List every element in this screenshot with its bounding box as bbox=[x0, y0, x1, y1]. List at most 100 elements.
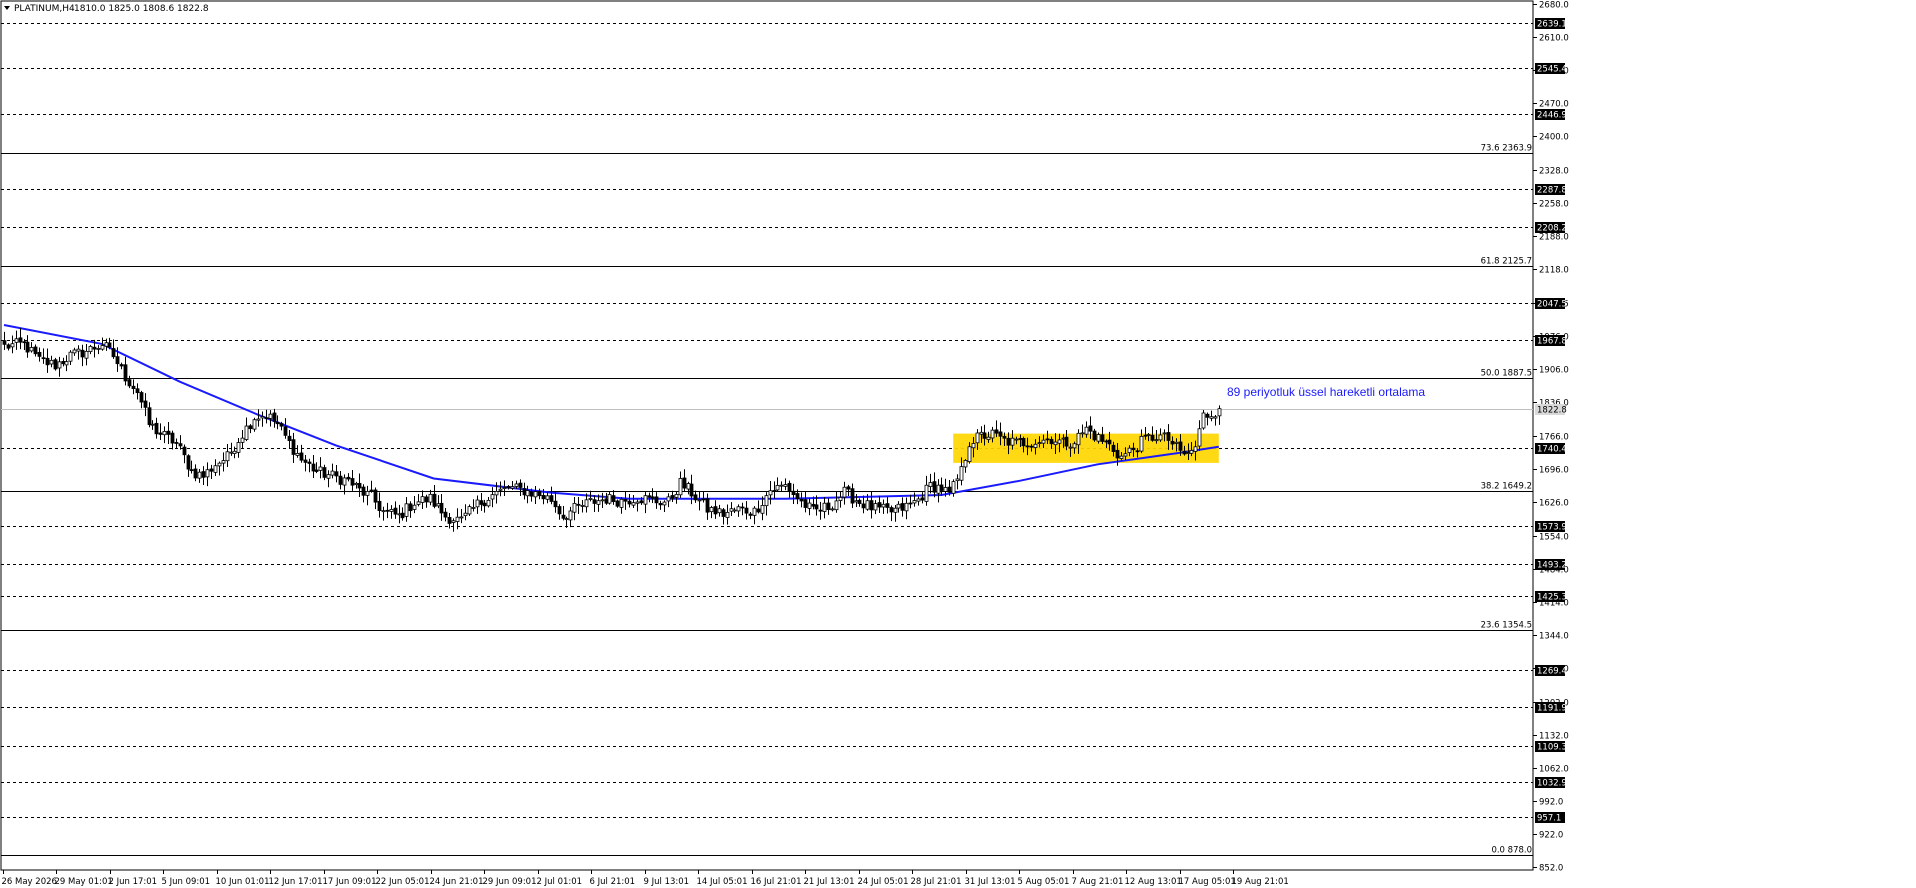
candle-body bbox=[654, 496, 659, 504]
candle-body bbox=[729, 508, 734, 512]
candle-body bbox=[432, 493, 437, 507]
level-price-label-text: 1269.4 bbox=[1537, 667, 1567, 677]
y-tick-label: 1344.0 bbox=[1539, 632, 1569, 642]
candle-body bbox=[244, 425, 249, 440]
candle-body bbox=[471, 507, 476, 509]
candle-body bbox=[775, 485, 780, 491]
candle-body bbox=[818, 509, 823, 512]
level-price-label-text: 1425.3 bbox=[1537, 593, 1567, 603]
candle-body bbox=[1158, 434, 1163, 441]
candle-body bbox=[229, 451, 234, 454]
y-tick-label: 2400.0 bbox=[1539, 133, 1569, 143]
candle-body bbox=[350, 478, 355, 486]
candle-body bbox=[623, 499, 628, 502]
candle-body bbox=[139, 392, 144, 403]
x-tick-label: 24 Jul 05:01 bbox=[858, 877, 909, 887]
candle-body bbox=[885, 503, 890, 508]
candle-body bbox=[506, 486, 511, 489]
candle-body bbox=[205, 469, 210, 478]
chart-header: PLATINUM,H4 1810.0 1825.0 1808.6 1822.8 bbox=[4, 4, 209, 14]
candle-body bbox=[64, 361, 69, 366]
x-tick-label: 21 Jul 13:01 bbox=[804, 877, 855, 887]
candle-body bbox=[6, 344, 11, 349]
y-tick-label: 922.0 bbox=[1539, 831, 1563, 841]
x-tick-label: 16 Jul 21:01 bbox=[751, 877, 802, 887]
candle-body bbox=[619, 498, 624, 508]
candle-body bbox=[803, 499, 808, 508]
candle-body bbox=[217, 462, 222, 467]
candle-body bbox=[564, 518, 569, 520]
level-price-label-text: 2639.1 bbox=[1537, 20, 1567, 30]
candle-body bbox=[346, 476, 351, 480]
x-tick-label: 24 Jun 21:01 bbox=[430, 877, 484, 887]
candle-body bbox=[518, 482, 523, 488]
fib-label: 0.0 878.0 bbox=[1491, 846, 1532, 856]
candle-body bbox=[334, 471, 339, 477]
candle-body bbox=[189, 469, 194, 472]
candle-body bbox=[186, 455, 191, 470]
candle-body bbox=[451, 520, 456, 523]
candle-body bbox=[553, 500, 558, 508]
candle-body bbox=[25, 341, 30, 353]
x-tick-label: 7 Aug 21:01 bbox=[1072, 877, 1124, 887]
candle-body bbox=[514, 483, 519, 487]
candle-body bbox=[1174, 441, 1179, 444]
candle-body bbox=[22, 341, 27, 344]
candle-body bbox=[830, 508, 835, 511]
candle-body bbox=[846, 486, 851, 490]
y-tick-label: 1906.0 bbox=[1539, 366, 1569, 376]
candle-body bbox=[627, 500, 632, 505]
candle-body bbox=[838, 497, 843, 501]
y-tick-label: 1626.0 bbox=[1539, 499, 1569, 509]
candle-body bbox=[283, 426, 288, 436]
candle-body bbox=[338, 475, 343, 485]
candle-body bbox=[287, 435, 292, 442]
candle-body bbox=[166, 430, 171, 435]
candle-body bbox=[799, 498, 804, 502]
candle-body bbox=[1080, 432, 1085, 435]
ohlc-values: 1810.0 1825.0 1808.6 1822.8 bbox=[74, 4, 209, 14]
candle bbox=[467, 504, 472, 517]
level-price-label-text: 1740.4 bbox=[1537, 445, 1567, 455]
candle-body bbox=[1111, 444, 1116, 452]
candle-body bbox=[377, 500, 382, 511]
y-tick-label: 1132.0 bbox=[1539, 732, 1569, 742]
candle-body bbox=[1064, 436, 1069, 447]
level-price-label-text: 957.1 bbox=[1537, 814, 1561, 824]
candle-body bbox=[857, 499, 862, 504]
y-tick-label: 2470.0 bbox=[1539, 100, 1569, 110]
candle-body bbox=[615, 500, 620, 507]
candle-body bbox=[725, 511, 730, 518]
candle-body bbox=[1037, 442, 1042, 444]
candle-body bbox=[674, 494, 679, 498]
candle-body bbox=[635, 501, 640, 504]
candle-body bbox=[533, 491, 538, 498]
price-chart[interactable]: 73.6 2363.9 61.8 2125.7 50.0 1887.5 38.2 16… bbox=[0, 0, 1916, 888]
candle-body bbox=[326, 474, 331, 479]
candle-body bbox=[682, 477, 687, 489]
candle-body bbox=[834, 500, 839, 511]
x-tick-label: 22 Jun 05:01 bbox=[376, 877, 430, 887]
candle-body bbox=[1096, 434, 1101, 442]
candle-body bbox=[1010, 437, 1015, 446]
candle-body bbox=[1100, 434, 1105, 442]
candle-body bbox=[955, 478, 960, 482]
candle-body bbox=[1061, 437, 1066, 440]
candle-body bbox=[225, 451, 230, 462]
candle-body bbox=[170, 432, 175, 444]
candle-body bbox=[479, 500, 484, 505]
candle-body bbox=[1186, 452, 1191, 454]
candle-body bbox=[588, 497, 593, 500]
current-price-label-text: 1822.8 bbox=[1537, 406, 1567, 416]
candle-body bbox=[982, 432, 987, 439]
candle-body bbox=[650, 496, 655, 499]
candle-body bbox=[971, 443, 976, 449]
candle-body bbox=[545, 495, 550, 500]
candle-body bbox=[900, 503, 905, 511]
x-tick-label: 17 Jun 09:01 bbox=[323, 877, 377, 887]
candle-body bbox=[537, 491, 542, 497]
candle-body bbox=[92, 346, 97, 350]
candle-body bbox=[1025, 445, 1030, 448]
candle-body bbox=[932, 481, 937, 493]
candle-body bbox=[572, 502, 577, 513]
